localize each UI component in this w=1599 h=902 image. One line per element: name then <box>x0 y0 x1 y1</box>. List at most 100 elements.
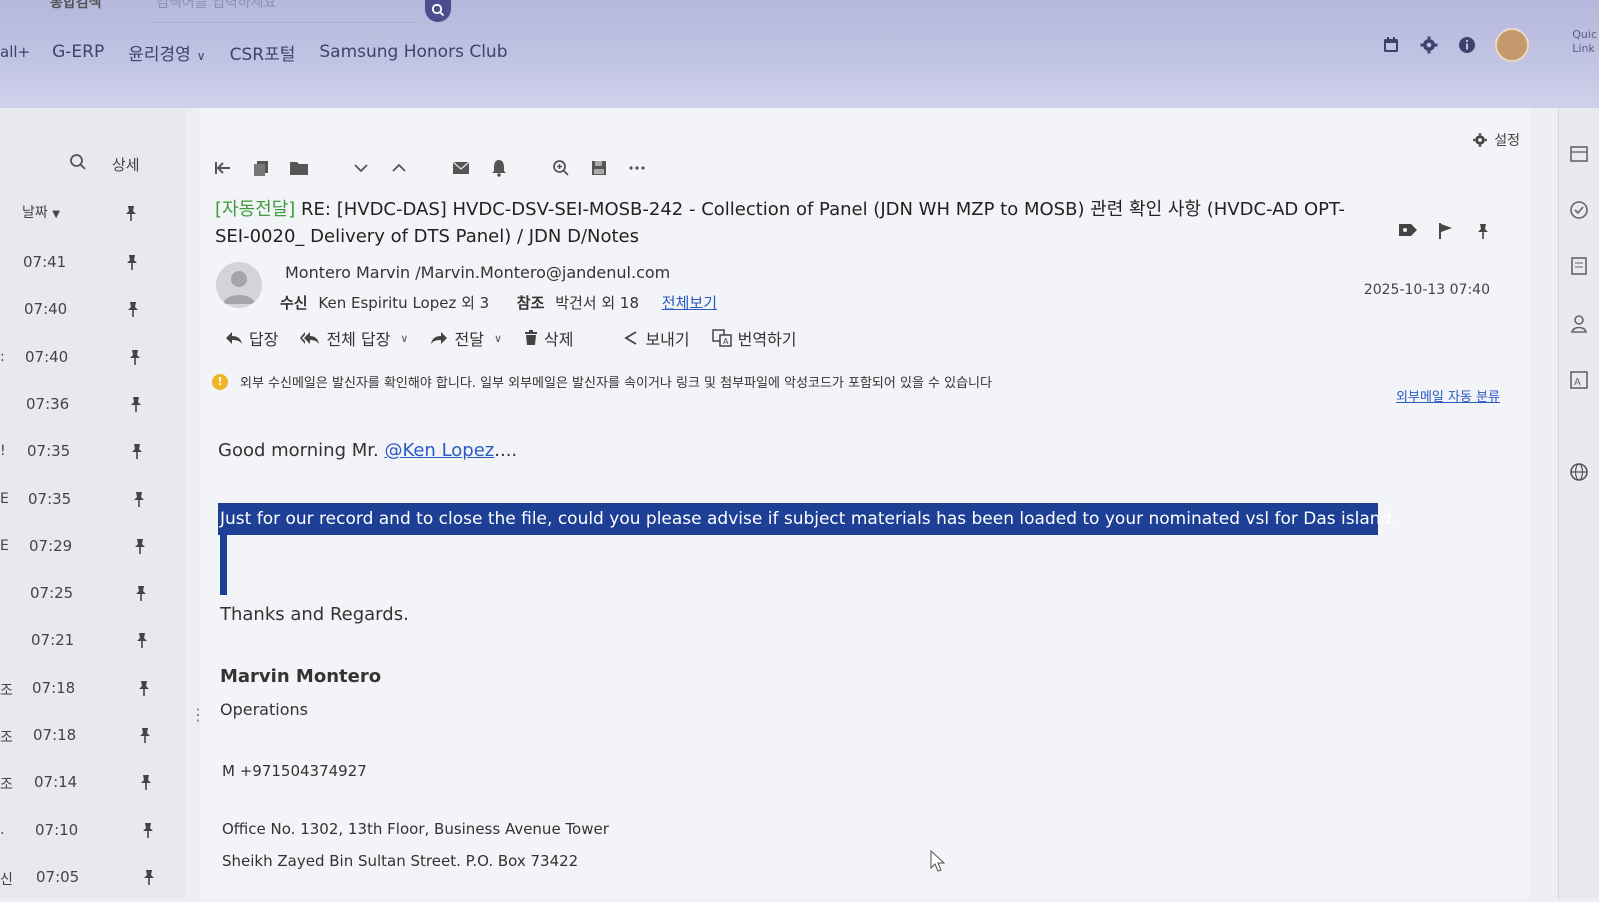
mention-link[interactable]: @Ken Lopez <box>384 440 494 461</box>
gear-icon[interactable] <box>1419 35 1439 55</box>
nav-csr-portal[interactable]: CSR포털 <box>230 40 296 65</box>
global-search-input[interactable]: 통합검색 검색어를 입력하세요 <box>50 0 420 23</box>
mark-read-button[interactable] <box>450 157 472 179</box>
list-item-time: 07:10 <box>35 820 79 839</box>
prev-mail-button[interactable] <box>388 157 410 179</box>
sort-by-date[interactable]: 날짜 ▼ <box>22 202 60 222</box>
list-item[interactable]: ! 07:35 <box>0 430 165 476</box>
check-circle-icon[interactable] <box>1569 200 1589 220</box>
list-item-time: 07:41 <box>23 253 67 271</box>
nav-g-erp[interactable]: G-ERP <box>52 42 104 62</box>
memo-icon[interactable] <box>1569 256 1589 276</box>
list-item[interactable]: 07:25 <box>0 572 165 618</box>
pin-icon[interactable] <box>1474 222 1492 240</box>
nav-ethics[interactable]: 윤리경영 ∨ <box>128 40 205 65</box>
user-avatar[interactable] <box>1495 28 1529 62</box>
detail-search-button[interactable]: 상세 <box>112 154 140 175</box>
pin-icon[interactable] <box>133 631 151 649</box>
translate-icon[interactable]: A <box>1569 370 1589 390</box>
translate-button[interactable]: A 번역하기 <box>711 326 797 350</box>
list-item-time: 07:18 <box>33 726 77 744</box>
list-item[interactable]: 07:21 <box>0 619 165 665</box>
pin-icon[interactable] <box>126 348 144 366</box>
to-value[interactable]: Ken Espiritu Lopez 외 3 <box>318 294 489 312</box>
list-item[interactable]: 07:40 <box>0 288 165 334</box>
save-icon <box>592 161 606 175</box>
list-item[interactable]: : 07:40 <box>0 336 165 382</box>
list-item[interactable]: . 07:10 <box>0 809 165 855</box>
sender-info[interactable]: Montero Marvin /Marvin.Montero@jandenul.… <box>285 263 670 282</box>
search-button[interactable] <box>425 0 451 22</box>
skip-back-icon <box>215 162 230 174</box>
external-mail-auto-classify-link[interactable]: 외부메일 자동 분류 <box>1396 386 1500 405</box>
search-scope-label[interactable]: 통합검색 <box>50 0 102 12</box>
cc-value[interactable]: 박건서 외 18 <box>555 294 639 312</box>
chevron-down-icon[interactable]: ∨ <box>400 332 408 345</box>
copy-button[interactable] <box>250 157 272 179</box>
pin-icon[interactable] <box>130 490 148 508</box>
svg-text:A: A <box>1574 377 1581 388</box>
list-item[interactable]: 07:36 <box>0 383 165 429</box>
globe-icon[interactable] <box>1569 462 1589 482</box>
list-item[interactable]: 조 07:14 <box>0 761 165 807</box>
delete-button[interactable]: 삭제 <box>524 326 573 350</box>
subject-actions <box>1398 222 1492 240</box>
move-folder-button[interactable] <box>288 157 310 179</box>
forward-label: 전달 <box>454 330 484 349</box>
mail-subject: [자동전달] RE: [HVDC-DAS] HVDC-DSV-SEI-MOSB-… <box>215 196 1375 250</box>
search-icon[interactable] <box>68 152 88 172</box>
print-button[interactable] <box>588 157 610 179</box>
selected-text[interactable]: Just for our record and to close the fil… <box>218 503 1397 535</box>
chevron-down-icon[interactable]: ∨ <box>494 332 502 345</box>
next-mail-button[interactable] <box>350 157 372 179</box>
reply-button[interactable]: 답장 <box>225 326 278 350</box>
info-icon[interactable] <box>1457 35 1477 55</box>
pin-icon[interactable] <box>127 395 145 413</box>
forward-button[interactable]: 전달 ∨ <box>430 326 502 350</box>
quick-link[interactable]: Quic Link <box>1572 28 1597 56</box>
send-button[interactable]: 보내기 <box>623 326 690 350</box>
calendar-icon[interactable] <box>1381 35 1401 55</box>
search-icon <box>431 3 445 17</box>
pin-icon[interactable] <box>131 537 149 555</box>
list-item[interactable]: 신 07:05 <box>0 856 165 902</box>
signature-name: Marvin Montero <box>220 666 382 687</box>
person-icon[interactable] <box>1569 314 1589 334</box>
flag-icon[interactable] <box>1438 222 1454 240</box>
pin-icon[interactable] <box>135 679 153 697</box>
list-item[interactable]: E 07:29 <box>0 525 165 571</box>
list-item-time: 07:36 <box>26 394 70 413</box>
top-utility-icons <box>1381 28 1529 62</box>
envelope-icon <box>452 161 470 174</box>
to-label: 수신 <box>280 294 308 312</box>
more-button[interactable] <box>626 157 648 179</box>
pin-icon[interactable] <box>123 253 141 271</box>
nav-all[interactable]: all+ <box>0 43 30 61</box>
settings-button[interactable]: 설정 <box>1472 130 1520 150</box>
translate-icon: A <box>711 329 732 347</box>
pin-icon[interactable] <box>139 821 157 839</box>
pin-icon[interactable] <box>137 773 155 791</box>
nav-honors-club[interactable]: Samsung Honors Club <box>319 42 507 62</box>
mail-body: Good morning Mr. @Ken Lopez.... Just for… <box>218 440 1418 870</box>
list-item[interactable]: E 07:35 <box>0 478 165 524</box>
list-item[interactable]: 조 07:18 <box>0 667 165 713</box>
pin-icon[interactable] <box>122 204 140 222</box>
zoom-button[interactable] <box>550 157 572 179</box>
view-all-link[interactable]: 전체보기 <box>662 294 717 312</box>
mail-toolbar <box>212 152 664 184</box>
list-item[interactable]: 조 07:18 <box>0 714 165 760</box>
notify-button[interactable] <box>488 157 510 179</box>
tag-icon[interactable] <box>1398 222 1418 238</box>
pin-icon[interactable] <box>132 584 150 602</box>
panel-icon[interactable] <box>1569 144 1589 164</box>
pin-icon[interactable] <box>128 442 146 460</box>
reply-all-button[interactable]: 전체 답장 ∨ <box>300 326 408 350</box>
list-item-time: 07:18 <box>32 678 76 697</box>
pin-icon[interactable] <box>140 868 158 886</box>
list-item[interactable]: 07:41 <box>0 241 165 287</box>
first-mail-button[interactable] <box>212 157 234 179</box>
pin-icon[interactable] <box>136 726 154 744</box>
list-item-prefix: E <box>0 537 9 554</box>
pin-icon[interactable] <box>124 300 142 318</box>
